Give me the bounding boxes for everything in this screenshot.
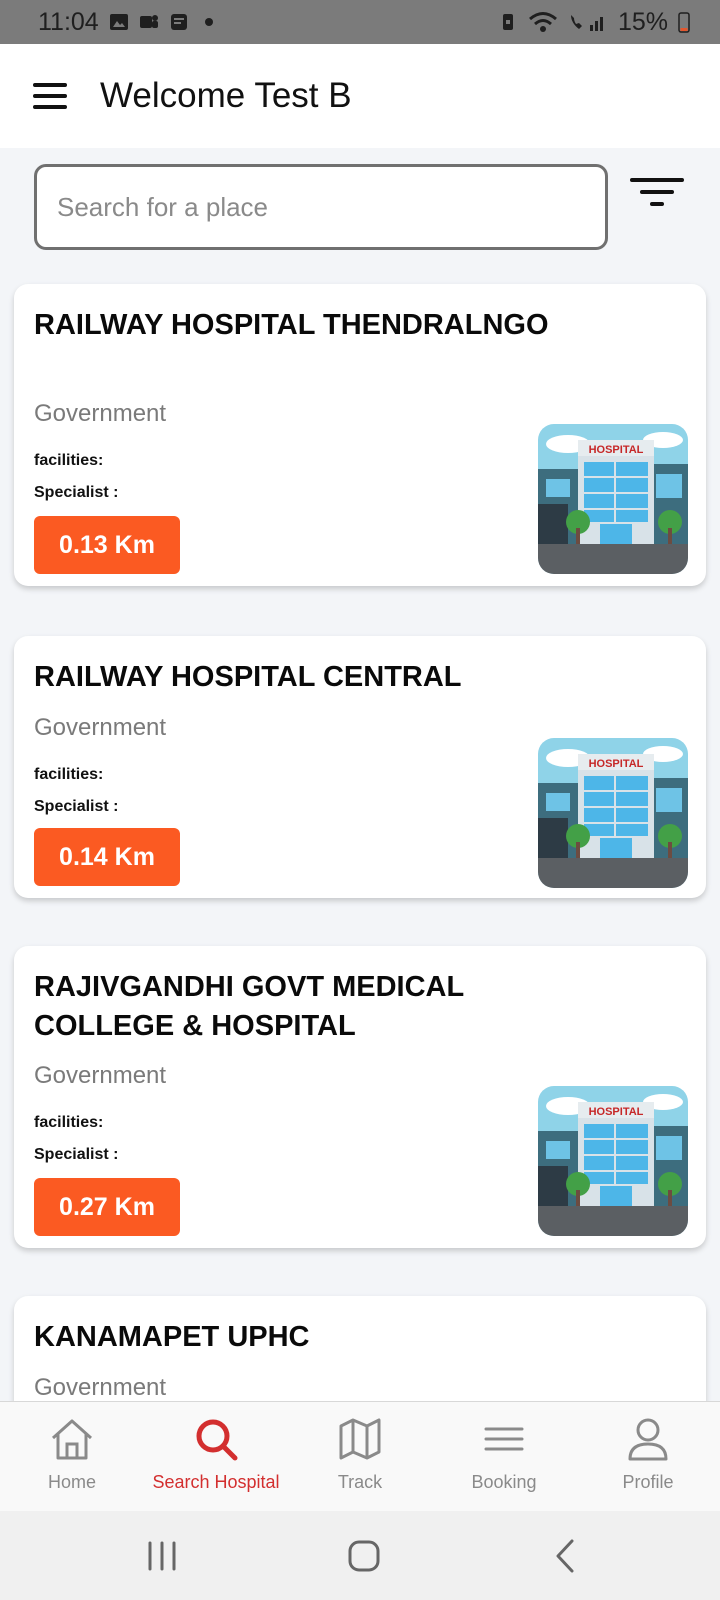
filter-icon[interactable] [626,174,690,226]
facilities-label: facilities: [34,452,104,469]
hospital-name: RAILWAY HOSPITAL THENDRALNGO [34,309,549,341]
nav-profile-label: Profile [622,1472,674,1492]
nav-booking[interactable]: Booking [432,1402,576,1512]
hospital-thumbnail: HOSPITAL [538,738,688,888]
specialist-label: Specialist : [34,1146,119,1163]
nav-booking-label: Booking [471,1472,537,1492]
specialist-label: Specialist : [34,484,119,501]
specialist-label: Specialist : [34,798,119,815]
hospital-type: Government [34,714,167,741]
hospital-name: RAILWAY HOSPITAL CENTRAL [34,661,462,693]
distance-badge[interactable]: 0.14 Km [34,828,180,886]
hospital-type: Government [34,1062,167,1089]
hospital-type: Government [34,400,167,427]
hospital-card[interactable]: RAILWAY HOSPITAL CENTRAL Government faci… [14,636,706,898]
hospital-sign-text: HOSPITAL [589,1106,644,1118]
recent-apps-icon [148,1541,176,1571]
message-notification-icon [170,14,187,30]
page-title: Welcome Test B [100,76,352,115]
battery-percent: 15% [617,7,668,36]
hospital-name: KANAMAPET UPHC [34,1321,310,1353]
search-icon [196,1419,238,1461]
more-notifications-dot [204,18,213,26]
facilities-label: facilities: [34,766,104,783]
hospital-sign-text: HOSPITAL [589,758,644,770]
gallery-notification-icon [109,14,128,30]
search-input[interactable] [34,164,608,250]
home-system-button[interactable] [334,1533,394,1579]
signal-icon [570,15,603,31]
recent-apps-button[interactable] [132,1533,192,1579]
list-icon [484,1427,524,1451]
facilities-label: facilities: [34,1114,104,1131]
hospital-name: RAJIVGANDHI GOVT MEDICAL COLLEGE & HOSPI… [34,971,464,1042]
home-system-icon [348,1540,380,1572]
nav-home-label: Home [47,1472,96,1492]
system-nav-bar [0,1511,720,1600]
hospital-type: Government [34,1374,167,1401]
nav-track-label: Track [337,1472,383,1492]
teams-notification-icon [139,15,158,28]
lock-icon [502,14,513,30]
nav-track[interactable]: Track [288,1402,432,1512]
bottom-nav: Home Search Hospital Track Booking Profi… [0,1401,720,1511]
nav-profile[interactable]: Profile [576,1402,720,1512]
back-icon [556,1539,574,1573]
nav-home[interactable]: Home [0,1402,144,1512]
status-bar: 11:04 15% [0,0,720,44]
hospital-thumbnail: HOSPITAL [538,424,688,574]
home-icon [51,1419,93,1460]
hospital-card[interactable]: RAILWAY HOSPITAL THENDRALNGO Government … [14,284,706,586]
battery-icon [678,12,690,33]
person-icon [628,1418,668,1461]
hospital-card[interactable]: KANAMAPET UPHC Government [14,1296,706,1401]
hospital-card[interactable]: RAJIVGANDHI GOVT MEDICAL COLLEGE & HOSPI… [14,946,706,1248]
wifi-icon [528,12,557,32]
menu-icon[interactable] [20,66,80,126]
back-button[interactable] [536,1533,596,1579]
hospital-list: RAILWAY HOSPITAL THENDRALNGO Government … [0,268,720,1401]
map-icon [339,1418,381,1460]
app-bar: Welcome Test B [0,44,720,148]
search-row [0,148,720,268]
distance-badge[interactable]: 0.27 Km [34,1178,180,1236]
distance-badge[interactable]: 0.13 Km [34,516,180,574]
hospital-thumbnail: HOSPITAL [538,1086,688,1236]
status-time: 11:04 [38,7,99,36]
hospital-sign-text: HOSPITAL [589,444,644,456]
nav-search-hospital[interactable]: Search Hospital [144,1402,288,1512]
nav-search-hospital-label: Search Hospital [152,1472,280,1492]
